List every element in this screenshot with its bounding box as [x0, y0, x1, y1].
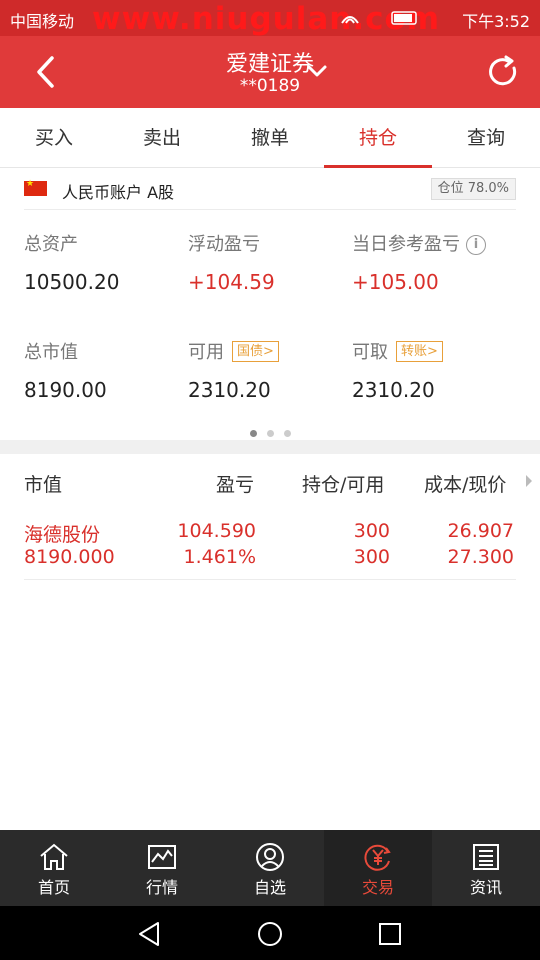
withdrawable-cell: 可取 转账> 2310.20	[352, 338, 516, 402]
withdrawable-label-row: 可取 转账>	[352, 338, 516, 368]
withdrawable-value: 2310.20	[352, 378, 435, 402]
column-pl: 盈亏	[216, 474, 255, 496]
available-value: 2310.20	[188, 378, 271, 402]
circle-home-icon	[258, 922, 282, 946]
tab-query[interactable]: 查询	[432, 108, 540, 167]
user-icon	[256, 843, 284, 871]
daily-pl-value: +105.00	[352, 270, 439, 294]
total-assets-label: 总资产	[24, 234, 78, 255]
broker-title[interactable]: 爱建证券	[0, 46, 540, 78]
home-icon	[40, 843, 68, 870]
total-assets-value: 10500.20	[24, 270, 120, 294]
refresh-button[interactable]	[486, 54, 522, 90]
system-home-button[interactable]	[256, 920, 284, 952]
page-dot[interactable]	[283, 430, 291, 437]
system-back-button[interactable]	[136, 920, 164, 952]
system-nav-bar	[0, 906, 540, 960]
stock-cost: 26.907	[447, 520, 514, 542]
holdings-header: 市值 盈亏 持仓/可用 成本/现价	[0, 456, 540, 506]
tab-sell[interactable]: 卖出	[108, 108, 216, 167]
chevron-down-icon	[307, 65, 327, 77]
tab-positions[interactable]: 持仓	[324, 108, 432, 168]
section-divider	[0, 440, 540, 454]
yuan-icon	[364, 844, 391, 871]
floating-pl-label: 浮动盈亏	[188, 234, 260, 255]
position-ratio-badge: 仓位 78.0%	[430, 178, 516, 200]
nav-news-label: 资讯	[469, 878, 502, 897]
system-recents-button[interactable]	[376, 920, 404, 952]
page-indicator	[0, 422, 540, 441]
available-label: 可用	[188, 342, 224, 363]
transfer-button[interactable]: 转账>	[396, 341, 443, 362]
nav-market-label: 行情	[145, 878, 178, 897]
table-row[interactable]: 海德股份 8190.000 104.590 1.461% 300 300 26.…	[24, 514, 516, 580]
column-cost-price: 成本/现价	[424, 474, 507, 496]
refresh-icon	[489, 55, 517, 86]
nav-trade[interactable]: 交易	[324, 830, 432, 906]
account-dropdown-button[interactable]	[305, 62, 329, 80]
info-icon[interactable]: i	[466, 235, 486, 255]
nav-home[interactable]: 首页	[0, 830, 108, 906]
page-dot[interactable]	[266, 430, 274, 437]
trade-tabs: 买入 卖出 撤单 持仓 查询	[0, 108, 540, 168]
daily-pl-label: 当日参考盈亏	[352, 234, 460, 255]
status-bar: 中国移动 www.niugulan.com 下午3:52	[0, 0, 540, 37]
account-type-label: 人民币账户 A股	[62, 183, 175, 202]
clock-label: 下午3:52	[462, 12, 530, 31]
nav-trade-label: 交易	[361, 878, 394, 897]
column-position: 持仓/可用	[302, 474, 385, 496]
market-value-value: 8190.00	[24, 378, 107, 402]
market-value-cell: 总市值 8190.00	[24, 338, 188, 402]
market-value-label: 总市值	[24, 342, 78, 363]
stock-pl-pct: 1.461%	[183, 546, 256, 568]
stock-name: 海德股份	[24, 524, 101, 546]
tab-buy[interactable]: 买入	[0, 108, 108, 167]
page-dot[interactable]	[249, 430, 257, 437]
stock-price: 27.300	[447, 546, 514, 568]
news-icon	[473, 844, 499, 870]
scroll-right-icon[interactable]	[524, 472, 534, 494]
chart-icon	[148, 845, 176, 869]
triangle-back-icon	[139, 922, 159, 946]
total-assets-cell: 总资产 10500.20	[24, 230, 188, 294]
stock-pl: 104.590	[177, 520, 256, 542]
floating-pl-cell: 浮动盈亏 +104.59	[188, 230, 352, 294]
daily-pl-cell: 当日参考盈亏 i +105.00	[352, 230, 522, 294]
nav-news[interactable]: 资讯	[432, 830, 540, 906]
signal-icon	[341, 11, 417, 25]
square-recents-icon	[379, 923, 401, 945]
nav-home-label: 首页	[37, 878, 70, 897]
nav-watchlist[interactable]: 自选	[216, 830, 324, 906]
column-market-value: 市值	[24, 474, 63, 496]
daily-pl-label-row: 当日参考盈亏 i	[352, 230, 522, 260]
china-flag-icon: ★	[24, 179, 47, 196]
account-number: **0189	[239, 76, 301, 96]
account-row: ★ 人民币账户 A股 仓位 78.0%	[24, 168, 516, 210]
system-status-icons	[340, 9, 420, 31]
treasury-bond-button[interactable]: 国债>	[232, 341, 279, 362]
tab-cancel-order[interactable]: 撤单	[216, 108, 324, 167]
app-header: 爱建证券 **0189	[0, 36, 540, 108]
stock-available: 300	[353, 546, 390, 568]
floating-pl-value: +104.59	[188, 270, 275, 294]
withdrawable-label: 可取	[352, 342, 388, 363]
available-cell: 可用 国债> 2310.20	[188, 338, 352, 402]
stock-market-value: 8190.000	[24, 546, 115, 568]
carrier-label: 中国移动	[10, 12, 75, 31]
available-label-row: 可用 国债>	[188, 338, 352, 368]
nav-market[interactable]: 行情	[108, 830, 216, 906]
bottom-nav: 首页 行情 自选 交易 资讯	[0, 830, 540, 906]
nav-watchlist-label: 自选	[253, 878, 286, 897]
stock-position: 300	[353, 520, 390, 542]
